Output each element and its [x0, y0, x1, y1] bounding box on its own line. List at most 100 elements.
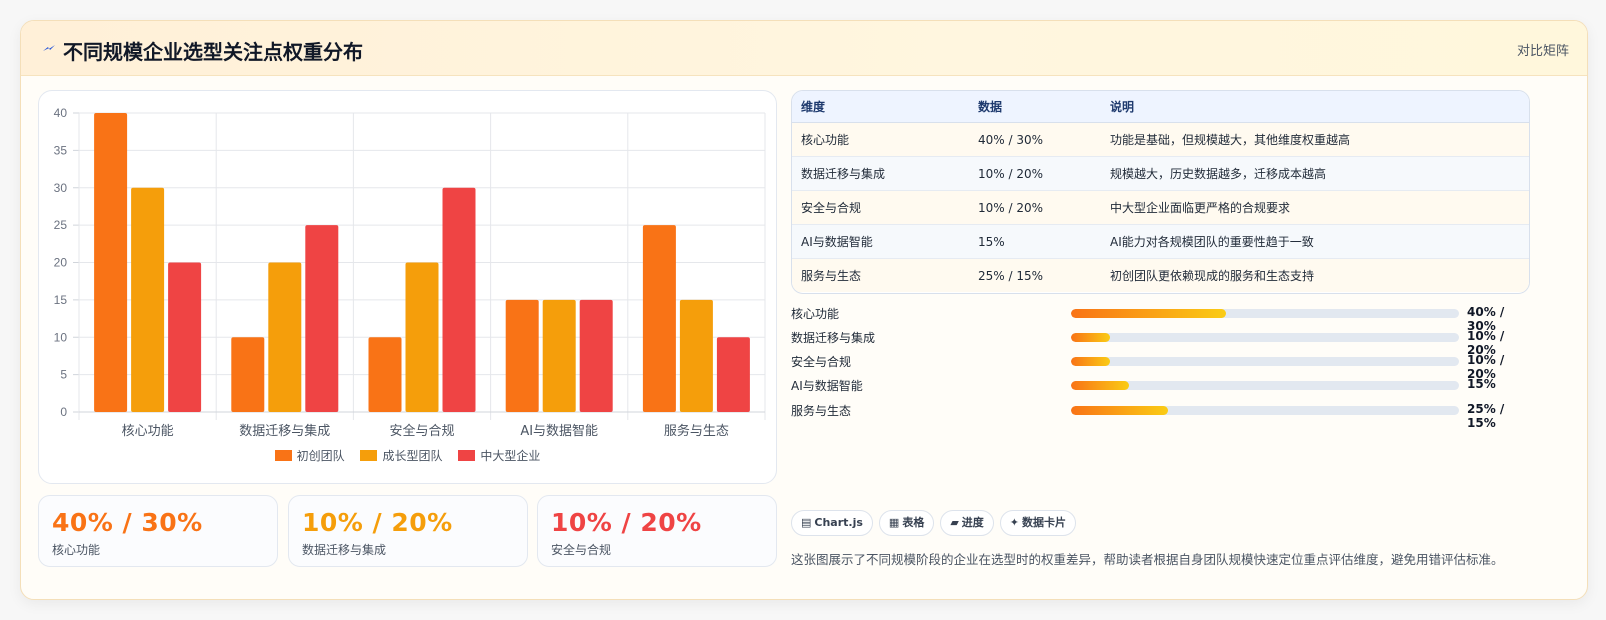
- bar: [442, 187, 476, 412]
- table-row: 服务与生态 25% / 15% 初创团队更依赖现成的服务和生态支持: [792, 258, 1529, 292]
- compare-matrix-link[interactable]: 对比矩阵: [1517, 40, 1569, 59]
- x-tick-label: 数据迁移与集成: [239, 423, 330, 439]
- card-header: 不同规模企业选型关注点权重分布 对比矩阵: [21, 21, 1587, 76]
- table-cell: AI能力对各规模团队的重要性趋于一致: [1101, 224, 1529, 259]
- chip-label: 进度: [961, 516, 984, 529]
- table-row: 核心功能 40% / 30% 功能是基础，但规模越大，其他维度权重越高: [792, 122, 1529, 157]
- chart-icon: ▤: [801, 516, 812, 529]
- progress-label: 数据迁移与集成: [791, 331, 876, 345]
- column-header-data: 数据: [969, 91, 1101, 123]
- legend-item-startup[interactable]: 初创团队: [274, 447, 345, 464]
- legend-item-enterprise[interactable]: 中大型企业: [458, 447, 540, 464]
- chip-table[interactable]: ▦ 表格: [878, 510, 935, 536]
- progress-label: 服务与生态: [791, 404, 852, 418]
- progress-row: 服务与生态 25% / 15%: [791, 402, 1528, 430]
- table-cell: 10% / 20%: [969, 156, 1101, 191]
- table-cell: 安全与合规: [792, 190, 969, 225]
- stat-value: 10% / 20%: [302, 508, 453, 537]
- bar: [679, 299, 713, 412]
- y-tick-label: 5: [60, 368, 67, 382]
- stat-label: 安全与合规: [551, 543, 612, 557]
- progress-track: [1071, 333, 1459, 342]
- bar: [94, 113, 128, 412]
- chip-progress[interactable]: ▰ 进度: [940, 510, 994, 536]
- lightning-icon: [43, 45, 55, 51]
- y-tick-label: 40: [54, 106, 68, 120]
- table-cell: 服务与生态: [792, 258, 969, 292]
- bar: [305, 225, 339, 412]
- feature-chips: ▤ Chart.js ▦ 表格 ▰ 进度 ✦ 数据卡片: [791, 510, 1082, 536]
- table-cell: AI与数据智能: [792, 224, 969, 259]
- legend-swatch: [274, 450, 292, 461]
- progress-value: 25% / 15%: [1467, 402, 1505, 430]
- progress-label: 核心功能: [791, 307, 840, 321]
- bar-chart: 0 5 10 15 20 25 30 35 40 核心功能 数据迁移与集成 安全与合规 AI与数据智能 服…: [54, 106, 766, 439]
- y-tick-label: 20: [54, 256, 68, 270]
- table-cell: 15%: [969, 224, 1101, 259]
- y-tick-label: 25: [54, 218, 68, 232]
- stat-card: 10% / 20% 安全与合规: [537, 495, 777, 567]
- table-cell: 功能是基础，但规模越大，其他维度权重越高: [1101, 122, 1529, 157]
- progress-track: [1071, 406, 1459, 415]
- x-tick-label: 服务与生态: [664, 423, 729, 439]
- bar: [131, 187, 165, 412]
- progress-label: AI与数据智能: [791, 379, 863, 393]
- chip-label: 数据卡片: [1022, 516, 1067, 529]
- table-icon: ▦: [888, 516, 900, 529]
- chip-data-card[interactable]: ✦ 数据卡片: [999, 510, 1077, 536]
- bar-chart-panel: 0 5 10 15 20 25 30 35 40 核心功能 数据迁移与集成 安全与合规 AI与数据智能 服…: [38, 90, 777, 484]
- progress-track: [1071, 381, 1459, 390]
- y-tick-label: 0: [60, 405, 67, 419]
- chip-chartjs[interactable]: ▤ Chart.js: [791, 510, 873, 536]
- table-row: 安全与合规 10% / 20% 中大型企业面临更严格的合规要求: [792, 190, 1529, 225]
- column-header-description: 说明: [1101, 91, 1529, 123]
- progress-track: [1071, 357, 1459, 366]
- table-cell: 初创团队更依赖现成的服务和生态支持: [1101, 258, 1529, 292]
- table-row: AI与数据智能 15% AI能力对各规模团队的重要性趋于一致: [792, 224, 1529, 259]
- bar: [368, 337, 402, 412]
- column-header-dimension: 维度: [792, 91, 969, 123]
- progress-track: [1071, 309, 1459, 318]
- stat-value: 40% / 30%: [52, 508, 203, 537]
- table-cell: 核心功能: [792, 122, 969, 157]
- progress-row: 数据迁移与集成 10% / 20%: [791, 329, 1528, 357]
- y-tick-label: 10: [54, 330, 68, 344]
- legend-item-growth[interactable]: 成长型团队: [360, 447, 443, 464]
- progress-fill: [1071, 381, 1130, 390]
- legend-label: 中大型企业: [480, 449, 541, 463]
- legend-swatch: [360, 450, 378, 461]
- sparkle-icon: ✦: [1009, 516, 1020, 529]
- x-tick-label: 安全与合规: [389, 423, 454, 439]
- progress-row: AI与数据智能 15%: [791, 377, 1528, 393]
- page-title: 不同规模企业选型关注点权重分布: [63, 40, 363, 64]
- table-cell: 10% / 20%: [969, 190, 1101, 225]
- stat-value: 10% / 20%: [551, 508, 702, 537]
- progress-fill: [1071, 309, 1227, 318]
- progress-fill: [1071, 333, 1110, 342]
- bar: [542, 299, 576, 412]
- bar: [579, 299, 613, 412]
- x-tick-label: AI与数据智能: [520, 424, 598, 439]
- progress-fill: [1071, 406, 1168, 415]
- bar: [505, 299, 539, 412]
- chip-label: 表格: [902, 516, 925, 529]
- table-row: 数据迁移与集成 10% / 20% 规模越大，历史数据越多，迁移成本越高: [792, 156, 1529, 191]
- bar: [642, 225, 676, 412]
- bar: [168, 262, 202, 412]
- y-tick-label: 15: [54, 293, 68, 307]
- chart-description: 这张图展示了不同规模阶段的企业在选型时的权重差异，帮助读者根据自身团队规模快速定…: [791, 552, 1504, 567]
- progress-label: 安全与合规: [791, 355, 852, 369]
- stat-card: 10% / 20% 数据迁移与集成: [288, 495, 528, 567]
- legend-swatch: [458, 450, 476, 461]
- chip-label: Chart.js: [814, 516, 863, 529]
- y-tick-label: 30: [54, 181, 68, 195]
- x-tick-label: 核心功能: [122, 424, 174, 439]
- table-cell: 规模越大，历史数据越多，迁移成本越高: [1101, 156, 1529, 191]
- chart-legend: 初创团队 成长型团队 中大型企业: [39, 447, 776, 464]
- stat-label: 核心功能: [52, 543, 101, 557]
- bar: [231, 337, 265, 412]
- legend-label: 初创团队: [296, 449, 345, 463]
- stat-label: 数据迁移与集成: [302, 543, 387, 557]
- progress-icon: ▰: [950, 516, 959, 529]
- table-cell: 25% / 15%: [969, 258, 1101, 292]
